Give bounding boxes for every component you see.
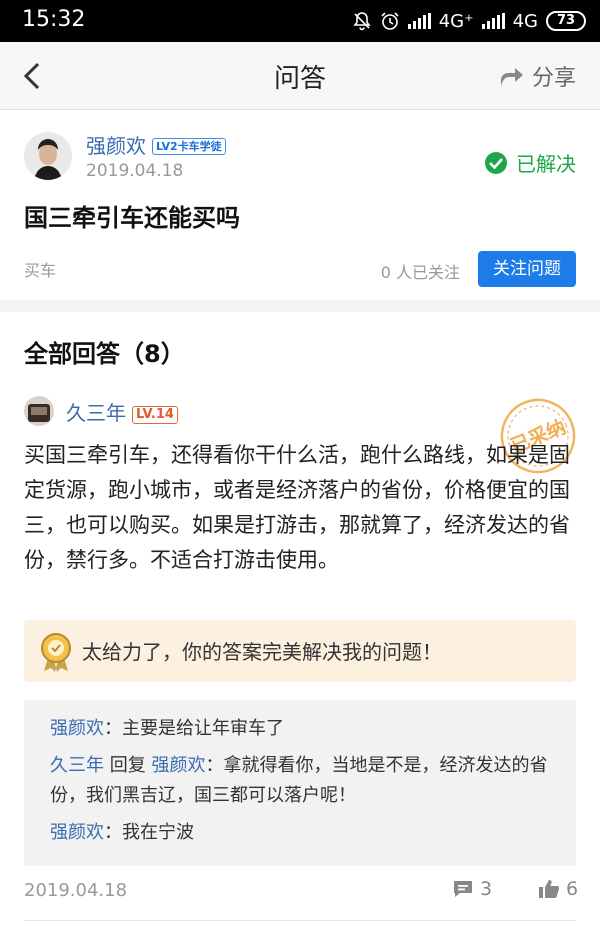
avatar[interactable] <box>24 396 54 426</box>
question-title: 国三牵引车还能买吗 <box>24 204 240 232</box>
comment-separator: ： <box>104 822 122 843</box>
bell-off-icon <box>353 12 371 31</box>
comment-user[interactable]: 强颜欢 <box>50 822 104 843</box>
comment-user[interactable]: 久三年 <box>50 755 104 776</box>
comment-icon <box>454 881 472 897</box>
answers-section: 全部回答（8） 久三年 LV.14 已采纳 买国三牵引车，还得看你干什么活，跑什么… <box>0 312 600 926</box>
answer-body: 买国三牵引车，还得看你干什么活，跑什么路线，如果是固定货源，跑小城市，或者是经济… <box>24 443 570 572</box>
network-label-2: 4G <box>512 10 538 32</box>
answers-header: 全部回答（8） <box>24 340 185 368</box>
comment-count: 3 <box>480 878 493 900</box>
reply-to-user[interactable]: 强颜欢 <box>151 755 205 776</box>
question-card: 强颜欢 LV2卡车学徒 2019.04.18 已解决 国三牵引车还能买吗 买车 0… <box>0 110 600 300</box>
comment-text: 我在宁波 <box>122 822 194 843</box>
share-button[interactable]: 分享 <box>498 60 576 92</box>
alarm-icon <box>381 12 399 30</box>
question-tag[interactable]: 买车 <box>24 257 56 281</box>
solved-label: 已解决 <box>516 152 576 176</box>
answer-footer: 2019.04.18 3 6 <box>24 878 578 906</box>
battery-icon: 73 <box>546 11 586 31</box>
comment-text: 主要是给让年审车了 <box>122 718 284 739</box>
answer-date: 2019.04.18 <box>24 880 128 901</box>
status-bar: 15:32 4G⁺ 4G 73 <box>0 0 600 42</box>
reply-label: 回复 <box>104 755 152 776</box>
comment-user[interactable]: 强颜欢 <box>50 718 104 739</box>
praise-text: 太给力了，你的答案完美解决我的问题！ <box>82 640 442 664</box>
like-button[interactable]: 6 <box>538 878 578 900</box>
follow-question-button[interactable]: 关注问题 <box>478 251 576 287</box>
network-label-1: 4G⁺ <box>438 10 474 32</box>
hd-signal-icon <box>407 13 431 29</box>
status-time: 15:32 <box>22 7 86 32</box>
followers-count: 0 人已关注 <box>380 263 460 282</box>
question-author[interactable]: 强颜欢 LV2卡车学徒 <box>86 130 226 159</box>
thumbs-up-icon <box>539 880 560 898</box>
list-item: 久三年 回复 强颜欢：拿就得看你，当地是不是，经济发达的省份，我们黑吉辽，国三都… <box>50 751 550 811</box>
nav-bar: 问答 分享 <box>0 42 600 110</box>
share-arrow-icon <box>500 68 523 86</box>
status-icons: 4G⁺ 4G 73 <box>352 8 586 34</box>
comment-separator: ： <box>205 755 224 776</box>
answer-author[interactable]: 久三年 LV.14 <box>66 397 178 426</box>
solved-status: 已解决 <box>484 148 576 177</box>
author-name: 强颜欢 <box>86 134 146 158</box>
comment-button[interactable]: 3 <box>452 878 492 900</box>
share-label: 分享 <box>531 66 576 91</box>
medal-icon <box>41 633 71 672</box>
praise-banner: 太给力了，你的答案完美解决我的问题！ <box>24 620 576 682</box>
check-circle-icon <box>485 151 507 174</box>
question-date: 2019.04.18 <box>86 161 184 181</box>
answer-author-name: 久三年 <box>66 401 126 425</box>
signal-icon <box>481 13 505 29</box>
avatar[interactable] <box>24 132 72 180</box>
comment-separator: ： <box>104 718 122 739</box>
like-count: 6 <box>566 878 579 900</box>
divider <box>24 920 576 921</box>
list-item: 强颜欢：我在宁波 <box>50 818 550 848</box>
level-badge: LV2卡车学徒 <box>152 138 226 155</box>
comment-list: 强颜欢：主要是给让年审车了 久三年 回复 强颜欢：拿就得看你，当地是不是，经济发… <box>24 700 576 866</box>
list-item: 强颜欢：主要是给让年审车了 <box>50 714 550 744</box>
level-badge: LV.14 <box>132 406 178 424</box>
